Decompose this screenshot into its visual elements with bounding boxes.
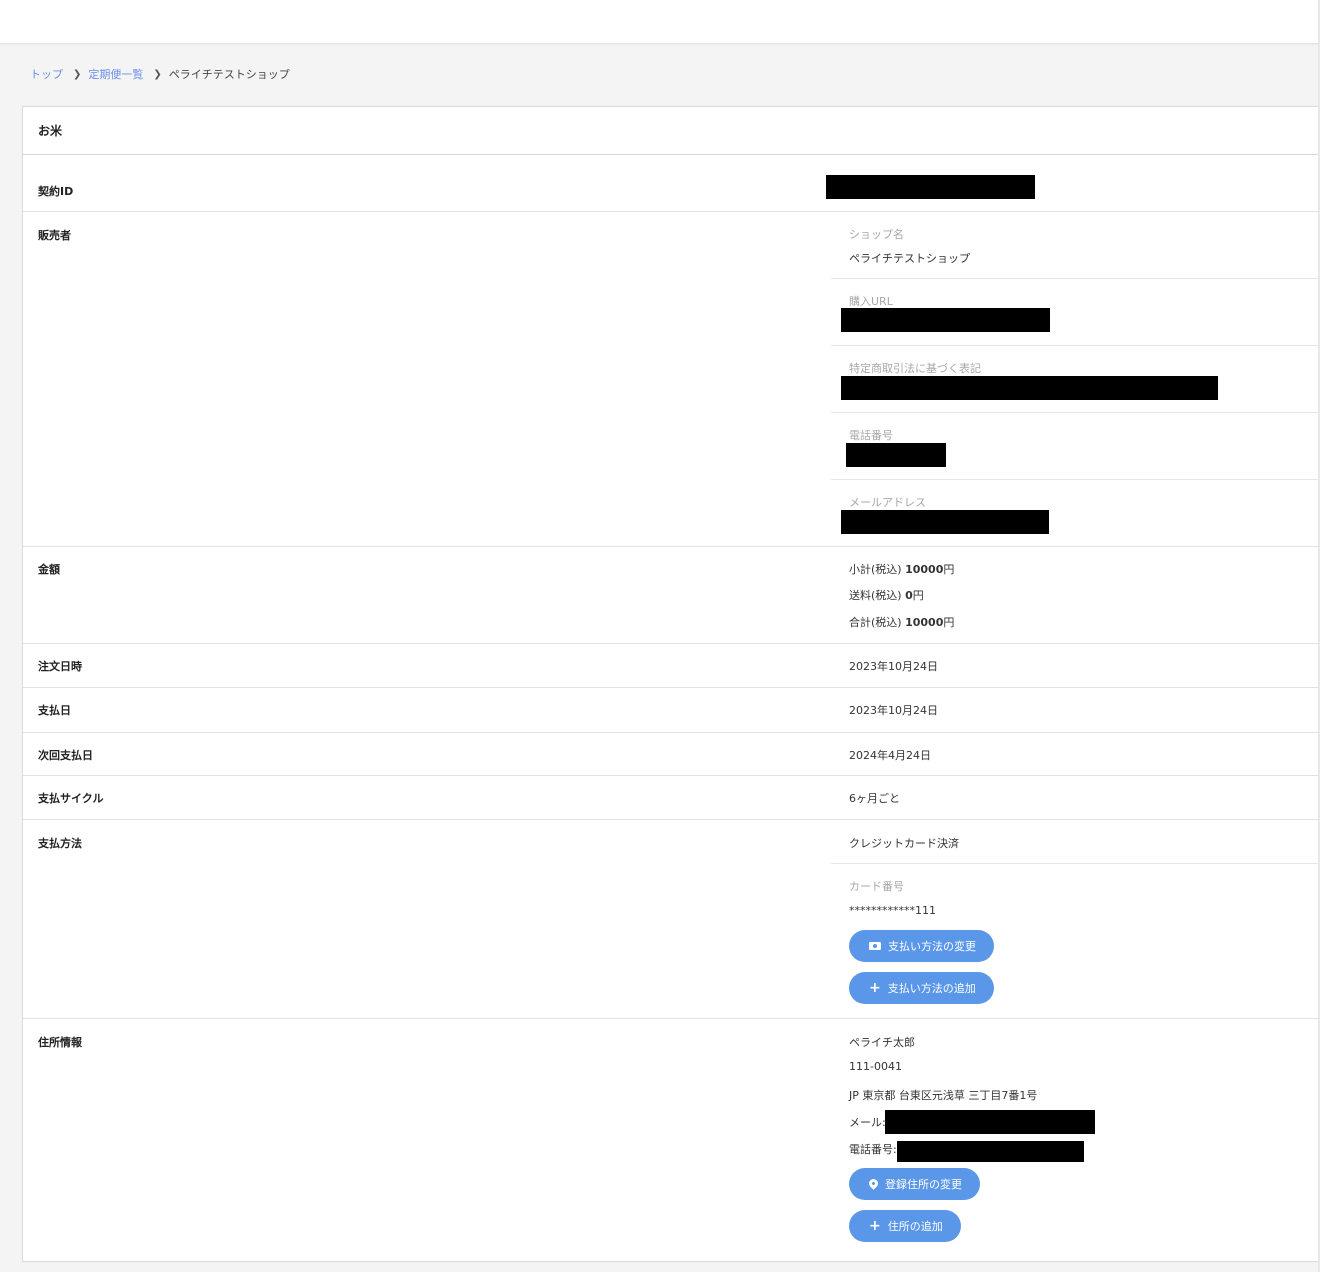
address-phone-prefix: 電話番号: [849,1143,897,1156]
row-seller: 販売者 ショップ名 ペライチテストショップ 購入URL 特定商取引法に基づく表記… [23,212,1319,547]
subscription-detail-card: お米 契約ID 販売者 ショップ名 ペライチテストショップ 購入URL 特定商取… [22,106,1319,1262]
row-order-date: 注文日時 2023年10月24日 [23,644,1319,688]
next-payment-date-value: 2024年4月24日 [849,749,931,762]
add-payment-method-button[interactable]: + 支払い方法の追加 [849,972,994,1004]
chevron-right-icon: ❯ [73,68,82,80]
subtotal-line: 小計(税込) 10000円 [849,561,954,577]
add-address-button[interactable]: + 住所の追加 [849,1210,961,1242]
breadcrumb-link-subscription-list[interactable]: 定期便一覧 [88,66,143,82]
plus-icon: + [869,1218,881,1234]
email-label: メールアドレス [849,496,926,509]
redacted-address-email [885,1110,1095,1134]
amount-label: 金額 [38,563,60,576]
top-header-bar [0,0,1318,44]
credit-card-icon [869,942,881,950]
row-next-payment-date: 次回支払日 2024年4月24日 [23,733,1319,776]
subtotal-value: 10000 [905,563,944,576]
total-line: 合計(税込) 10000円 [849,614,954,630]
divider [831,345,1319,346]
add-payment-method-label: 支払い方法の追加 [887,982,976,995]
redacted-phone [846,443,946,467]
currency-unit: 円 [943,616,955,629]
address-label: 住所情報 [38,1036,82,1049]
shipping-line: 送料(税込) 0円 [849,587,924,603]
payment-cycle-value: 6ヶ月ごと [849,792,900,805]
add-address-label: 住所の追加 [887,1220,943,1233]
breadcrumb-link-top[interactable]: トップ [30,66,63,82]
redacted-purchase-url [841,308,1050,332]
change-address-label: 登録住所の変更 [885,1178,962,1191]
shipping-label: 送料(税込) [849,589,902,602]
shop-name-label: ショップ名 [849,228,904,241]
recipient-name: ペライチ太郎 [849,1036,915,1049]
change-payment-method-label: 支払い方法の変更 [888,940,976,953]
payment-method-label: 支払方法 [38,837,82,850]
shipping-value: 0 [905,589,913,602]
row-payment-cycle: 支払サイクル 6ヶ月ごと [23,776,1319,820]
row-contract-id: 契約ID [23,155,1319,212]
purchase-url-label: 購入URL [849,295,893,308]
subtotal-label: 小計(税込) [849,563,902,576]
payment-date-label: 支払日 [38,704,71,717]
divider [831,412,1319,413]
row-payment-date: 支払日 2023年10月24日 [23,688,1319,733]
payment-method-value: クレジットカード決済 [849,837,959,850]
contract-id-label: 契約ID [38,185,74,198]
divider [831,278,1319,279]
total-label: 合計(税込) [849,616,902,629]
row-payment-method: 支払方法 クレジットカード決済 カード番号 ************111 支払… [23,820,1319,1019]
order-date-value: 2023年10月24日 [849,660,938,673]
breadcrumb-current: ペライチテストショップ [168,68,290,81]
order-date-label: 注文日時 [38,660,82,673]
redacted-email [841,510,1049,534]
redacted-contract-id [826,175,1035,199]
card-title: お米 [23,107,1318,155]
currency-unit: 円 [943,563,955,576]
payment-cycle-label: 支払サイクル [38,792,104,805]
postal-code: 111-0041 [849,1060,902,1073]
payment-date-value: 2023年10月24日 [849,704,938,717]
map-pin-icon [867,1176,880,1190]
plus-icon: + [869,980,881,996]
breadcrumb: トップ ❯ 定期便一覧 ❯ ペライチテストショップ [30,66,290,82]
seller-label: 販売者 [38,229,71,242]
legal-notice-label: 特定商取引法に基づく表記 [849,362,981,375]
shop-name-value: ペライチテストショップ [849,252,970,265]
divider [831,479,1319,480]
change-address-button[interactable]: 登録住所の変更 [849,1168,980,1200]
total-value: 10000 [905,616,944,629]
redacted-legal-notice-link [841,376,1218,400]
row-address: 住所情報 ペライチ太郎 111-0041 JP 東京都 台東区元浅草 三丁目7番… [23,1019,1319,1262]
currency-unit: 円 [912,589,924,602]
divider [831,863,1319,864]
redacted-address-phone [897,1141,1084,1162]
change-payment-method-button[interactable]: 支払い方法の変更 [849,930,994,962]
address-line: JP 東京都 台東区元浅草 三丁目7番1号 [849,1089,1038,1102]
phone-label: 電話番号 [849,429,893,442]
row-amount: 金額 小計(税込) 10000円 送料(税込) 0円 合計(税込) 10000円 [23,547,1319,644]
address-email-prefix: メール: [849,1116,886,1129]
card-number-label: カード番号 [849,880,904,893]
next-payment-date-label: 次回支払日 [38,749,93,762]
chevron-right-icon: ❯ [153,68,162,80]
card-number-value: ************111 [849,904,936,917]
